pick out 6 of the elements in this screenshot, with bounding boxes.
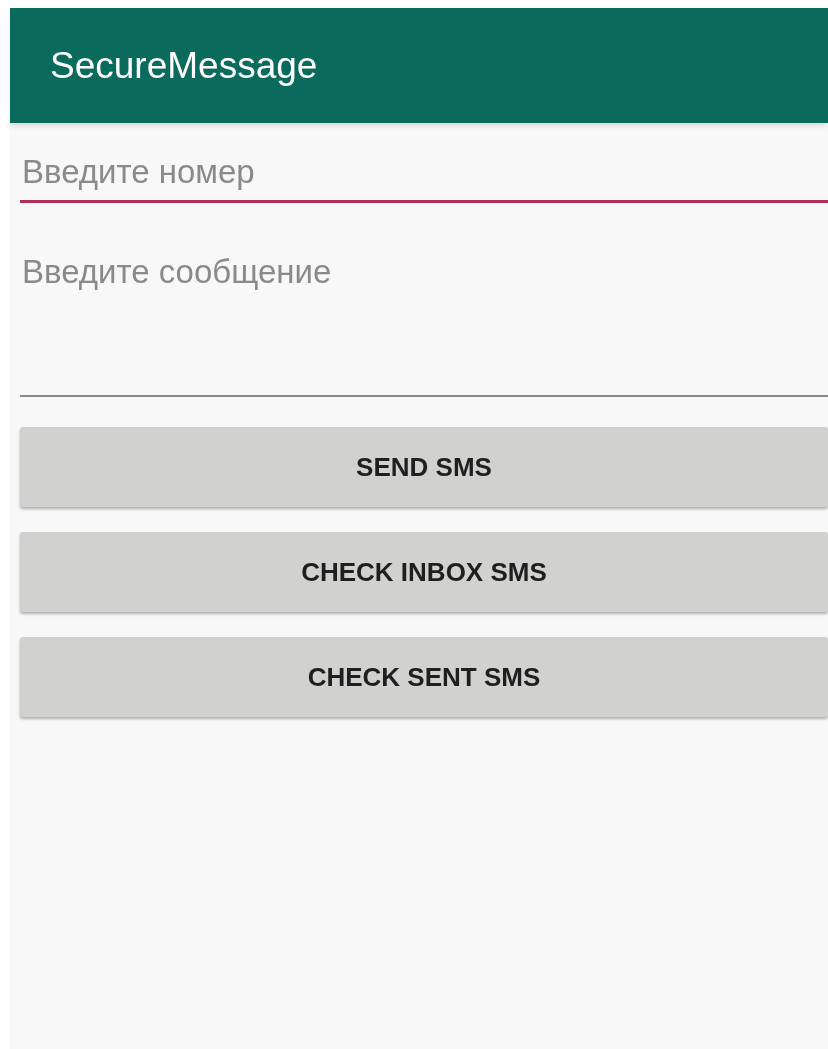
action-button[interactable]: SEND SMS: [20, 427, 828, 507]
input-field[interactable]: Введите сообщение: [20, 237, 828, 397]
action-button[interactable]: CHECK SENT SMS: [20, 637, 828, 717]
input-field[interactable]: Введите номер: [20, 135, 828, 203]
action-button[interactable]: CHECK INBOX SMS: [20, 532, 828, 612]
app-title: SecureMessage: [50, 43, 318, 88]
